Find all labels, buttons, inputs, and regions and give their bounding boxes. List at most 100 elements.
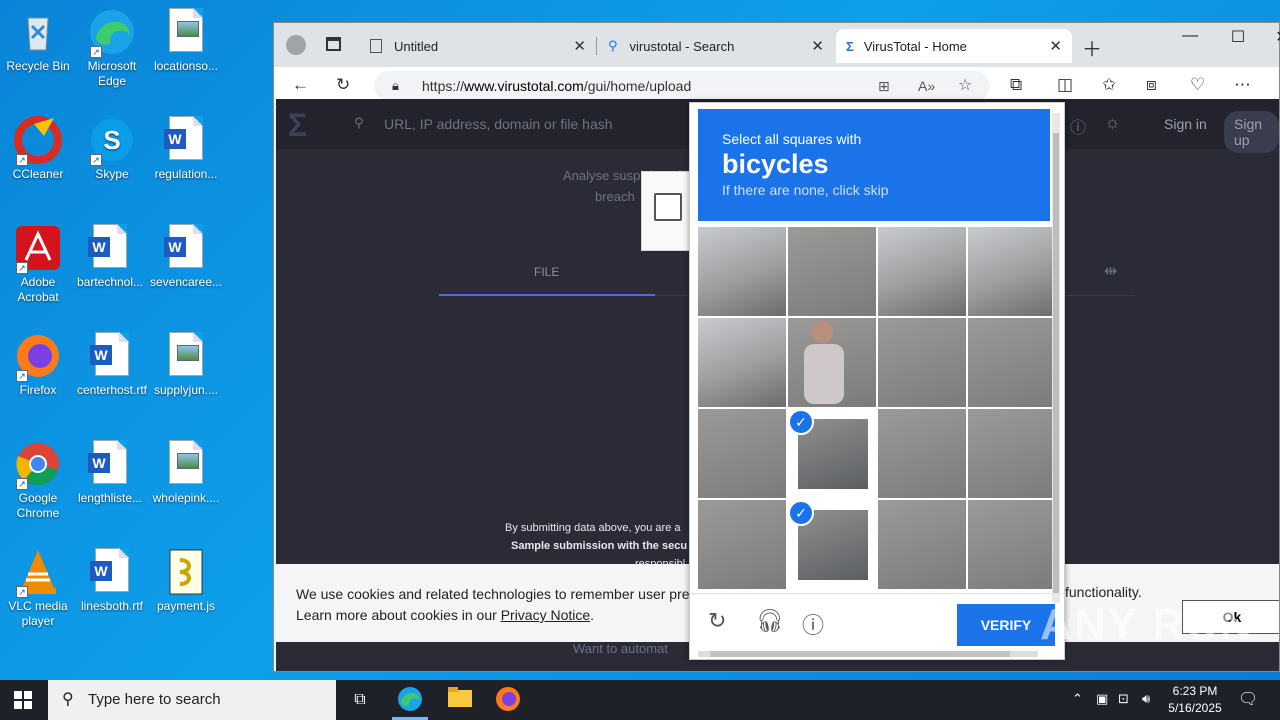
desktop-icon-lengthliste[interactable]: W lengthliste... xyxy=(72,440,148,506)
windows-start-icon[interactable] xyxy=(14,691,32,709)
captcha-checkbox[interactable] xyxy=(654,193,682,221)
ccleaner-icon: ↗ xyxy=(14,116,62,166)
sign-up-button[interactable]: Sign up xyxy=(1224,111,1279,153)
privacy-notice-link[interactable]: Privacy Notice xyxy=(501,607,590,623)
close-tab-icon[interactable]: ✕ xyxy=(573,37,586,55)
captcha-tile[interactable] xyxy=(878,227,966,316)
close-tab-icon[interactable]: ✕ xyxy=(1049,37,1062,55)
sign-in-link[interactable]: Sign in xyxy=(1164,116,1207,132)
file-explorer-icon[interactable] xyxy=(446,686,474,714)
tab-file[interactable]: FILE xyxy=(534,265,559,279)
want-to-automate[interactable]: Want to automat xyxy=(573,641,668,656)
new-tab-icon[interactable]: ＋ xyxy=(1082,33,1102,62)
desktop-icon-skype[interactable]: S ↗ Skype xyxy=(74,116,150,182)
device-icon[interactable]: ▣ xyxy=(1096,691,1108,707)
captcha-tile-selected[interactable]: ✓ xyxy=(788,409,876,498)
captcha-tile[interactable] xyxy=(788,318,876,407)
back-icon[interactable]: ← xyxy=(292,75,309,95)
desktop-icon-wholepink[interactable]: wholepink.... xyxy=(148,440,224,506)
desktop-icon-locationso[interactable]: locationso... xyxy=(148,8,224,74)
captcha-tile[interactable] xyxy=(968,318,1056,407)
url-field[interactable]: 🔒︎ https://www.virustotal.com/gui/home/u… xyxy=(374,71,990,101)
browser-essentials-icon[interactable]: ♡ xyxy=(1190,75,1205,95)
desktop-icon-centerhost[interactable]: W centerhost.rtf xyxy=(74,332,150,398)
virustotal-icon: Σ xyxy=(846,38,854,54)
help-icon[interactable]: ⓘ xyxy=(1070,114,1086,138)
captcha-tile[interactable] xyxy=(698,227,786,316)
tab-virustotal-home[interactable]: Σ VirusTotal - Home ✕ xyxy=(836,29,1072,63)
recycle-bin-icon xyxy=(14,8,62,56)
desktop-icon-supplyjun[interactable]: supplyjun.... xyxy=(148,332,224,398)
maximize-icon[interactable]: ☐ xyxy=(1215,27,1261,47)
volume-icon[interactable]: 🔊︎ xyxy=(1142,691,1150,707)
desktop-icon-sevencaree[interactable]: W sevencaree... xyxy=(148,224,224,290)
captcha-tile[interactable] xyxy=(698,500,786,589)
url-path: /gui/home/upload xyxy=(583,78,692,94)
read-aloud-icon[interactable]: A» xyxy=(918,71,935,101)
desktop-icon-linesboth[interactable]: W linesboth.rtf xyxy=(74,548,150,614)
desktop-icon-chrome[interactable]: ↗ Google Chrome xyxy=(0,440,76,521)
terms-line: By submitting data above, you are a xyxy=(505,522,681,534)
theme-icon[interactable]: ☼ xyxy=(1104,112,1121,133)
extensions-icon[interactable]: ⧉ xyxy=(1010,75,1022,95)
tab-label: Untitled xyxy=(394,38,439,54)
profile-icon[interactable] xyxy=(286,35,306,55)
skype-icon: S ↗ xyxy=(88,116,136,166)
search-icon: ⚲ xyxy=(354,115,364,130)
desktop-icon-label: Firefox xyxy=(19,383,57,397)
app-available-icon[interactable]: ⊞ xyxy=(878,71,890,101)
close-tab-icon[interactable]: ✕ xyxy=(811,37,824,55)
captcha-tile[interactable] xyxy=(788,227,876,316)
tab-virustotal-search[interactable]: ⚲ virustotal - Search ✕ xyxy=(598,29,834,63)
chevron-up-icon[interactable]: ⌃ xyxy=(1072,691,1083,707)
network-icon[interactable]: ⊡ xyxy=(1118,691,1129,707)
captcha-tile[interactable] xyxy=(968,227,1056,316)
chrome-icon: ↗ xyxy=(14,440,62,490)
vt-search-input[interactable]: URL, IP address, domain or file hash xyxy=(384,116,613,132)
captcha-tile[interactable] xyxy=(968,409,1056,498)
collections-icon[interactable]: ⧈ xyxy=(1146,75,1157,95)
desktop-icon-bartechnol[interactable]: W bartechnol... xyxy=(72,224,148,290)
taskbar-search-input[interactable]: ⚲ Type here to search xyxy=(48,680,336,720)
word-doc-icon: W xyxy=(88,332,136,380)
desktop-icon-recycle-bin[interactable]: Recycle Bin xyxy=(0,8,76,74)
captcha-vertical-scrollbar[interactable] xyxy=(1052,113,1060,603)
firefox-taskbar-icon[interactable] xyxy=(494,686,522,714)
minimize-icon[interactable]: — xyxy=(1167,27,1213,45)
refresh-icon[interactable]: ↻ xyxy=(708,608,726,634)
lock-icon: 🔒︎ xyxy=(392,78,399,93)
desktop-icon-payment-js[interactable]: payment.js xyxy=(148,548,224,614)
info-icon[interactable]: ⓘ xyxy=(802,608,824,640)
edge-taskbar-icon[interactable] xyxy=(396,686,424,714)
close-window-icon[interactable]: ✕ xyxy=(1259,27,1280,47)
cookie-text-end: functionality. xyxy=(1065,584,1142,600)
refresh-icon[interactable]: ↻ xyxy=(336,75,350,95)
favorite-star-icon[interactable]: ☆ xyxy=(958,71,972,101)
captcha-tile[interactable] xyxy=(878,318,966,407)
tab-untitled[interactable]: Untitled ✕ xyxy=(360,29,596,63)
captcha-tile[interactable] xyxy=(698,409,786,498)
task-view-icon[interactable]: ⧉ xyxy=(346,686,374,714)
firefox-icon: ↗ xyxy=(14,332,62,382)
desktop-icon-vlc[interactable]: ↗ VLC media player xyxy=(0,548,76,629)
captcha-tile[interactable] xyxy=(968,500,1056,589)
audio-challenge-icon[interactable]: 🎧︎ xyxy=(756,608,784,634)
desktop-icon-label: lengthliste... xyxy=(77,491,143,505)
notification-icon[interactable]: 🗨︎ xyxy=(1238,689,1258,709)
desktop-icon-firefox[interactable]: ↗ Firefox xyxy=(0,332,76,398)
captcha-tile[interactable] xyxy=(878,500,966,589)
favorites-icon[interactable]: ✩ xyxy=(1102,75,1116,95)
tab-actions-icon[interactable] xyxy=(326,37,341,51)
api-icon[interactable]: ⇹ xyxy=(1104,261,1117,281)
desktop-icon-edge[interactable]: ↗ Microsoft Edge xyxy=(74,8,150,89)
captcha-tile[interactable] xyxy=(878,409,966,498)
captcha-tile-selected[interactable]: ✓ xyxy=(788,500,876,589)
desktop-icon-ccleaner[interactable]: ↗ CCleaner xyxy=(0,116,76,182)
captcha-tile[interactable] xyxy=(698,318,786,407)
more-menu-icon[interactable]: ⋯ xyxy=(1234,75,1251,95)
desktop-icon-regulation[interactable]: W regulation... xyxy=(148,116,224,182)
split-screen-icon[interactable]: ◫ xyxy=(1057,75,1073,95)
captcha-horizontal-scrollbar[interactable] xyxy=(698,651,1038,657)
desktop-icon-acrobat[interactable]: ↗ Adobe Acrobat xyxy=(0,224,76,305)
clock[interactable]: 6:23 PM 5/16/2025 xyxy=(1164,683,1226,717)
